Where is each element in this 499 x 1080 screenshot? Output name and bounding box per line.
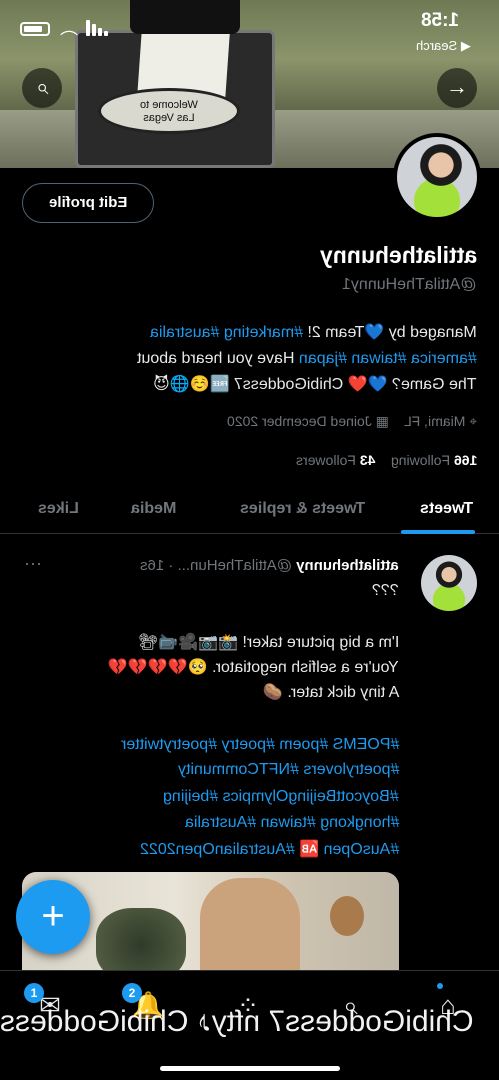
compose-tweet-button[interactable]: + [16, 880, 90, 954]
active-tab-indicator [401, 530, 475, 534]
profile-avatar[interactable] [393, 133, 481, 221]
tweet-hashtags[interactable]: #hongkong #taiwan #Australia [185, 814, 399, 832]
followers-link[interactable]: 43 Followers [296, 452, 375, 468]
joined-text: Joined December 2020 [226, 413, 372, 429]
location-icon: ⌖ [469, 413, 477, 429]
bio-line-1: Managed by 💙Team 2! #marketing #australi… [150, 324, 477, 341]
tab-likes[interactable]: Likes [38, 500, 79, 518]
tweet-hashtags[interactable]: #POEMS #poem #poetry #poetrytwitter [121, 736, 399, 754]
tweet-text-line: ??? [372, 582, 399, 599]
tweet-author-avatar[interactable] [421, 555, 477, 611]
home-unread-dot [437, 983, 443, 989]
tab-tweets[interactable]: Tweets [420, 500, 473, 518]
messages-badge: 1 [24, 983, 44, 1003]
tab-tweets-and-replies[interactable]: Tweets & replies [240, 500, 365, 518]
tweet-hashtags[interactable]: #AusOpen 🆎 #AustralianOpen2022 [140, 839, 399, 859]
bio-line-2: #america #taiwan #japan Have you heard a… [137, 350, 477, 367]
status-time: 1:58 [420, 10, 459, 31]
media-basket [330, 896, 364, 936]
profile-tabs: Tweets Tweets & replies Media Likes [0, 488, 499, 534]
search-icon[interactable]: ⌕ [22, 68, 62, 108]
back-to-search-link[interactable]: ◀ Search [416, 38, 471, 54]
tweet-hashtags[interactable]: #BoycottBeijingOlympics #beijing [163, 788, 399, 806]
tweet-hashtags[interactable]: #poetrylovers #NFTCommunity [178, 761, 399, 779]
sign-line-2: Las Vegas [143, 112, 195, 124]
tweet-text-line: A tiny dick tater. 🥔 [262, 684, 399, 701]
profile-handle: @AttilaTheHunny1 [342, 276, 477, 293]
tweet-author-name[interactable]: attilathehunny [296, 557, 399, 574]
status-bar: ︵ 1:58 ◀ Search [0, 8, 499, 56]
tweet-time: · 16s [140, 557, 174, 574]
sign-text: Welcome to Las Vegas [140, 99, 198, 125]
bio-hashtags[interactable]: #america #taiwan #japan [299, 350, 477, 367]
home-indicator [160, 1066, 340, 1071]
bio-hashtags[interactable]: #marketing #australia [150, 324, 303, 341]
tab-media[interactable]: Media [131, 500, 176, 518]
tweet-text-line: I'm a big picture taker! 📸📷🎥📹📽 [137, 634, 399, 651]
tweet-text-line: You're a selfish negotiator. 🥺💔💔💔💔 [108, 659, 399, 676]
follow-counts: 166 Following 43 Followers [296, 452, 477, 468]
wifi-icon: ︵ [60, 18, 78, 38]
banner-vegas-sign: Welcome to Las Vegas [98, 88, 240, 134]
display-name: attilathehunny [319, 242, 477, 268]
edit-profile-button[interactable]: Edit profile [22, 183, 154, 223]
signal-icon [86, 20, 110, 36]
calendar-icon: ▦ [375, 413, 389, 429]
tweet-author-handle: @AttilaTheHun... [177, 557, 293, 574]
more-options-icon[interactable]: ··· [24, 553, 42, 574]
back-arrow-icon[interactable]: → [437, 68, 477, 108]
battery-icon [20, 22, 50, 36]
following-link[interactable]: 166 Following [391, 452, 477, 468]
location-text: Miami, FL [404, 413, 466, 429]
tweet-header: attilathehunny @AttilaTheHun... · 16s [140, 557, 399, 574]
sign-line-1: Welcome to [140, 99, 198, 111]
overlay-ticker-text: ChibiGoddess7 nfty♪ ChibiGoddess [0, 1005, 474, 1038]
media-figure [200, 878, 300, 982]
bio-line-3: The Game? 💙❤️ ChibiGoddess7 🆓☺️🌐😈 [153, 376, 477, 393]
profile-meta: ⌖ Miami, FL ▦ Joined December 2020 [227, 413, 477, 430]
notifications-badge: 2 [122, 983, 142, 1003]
